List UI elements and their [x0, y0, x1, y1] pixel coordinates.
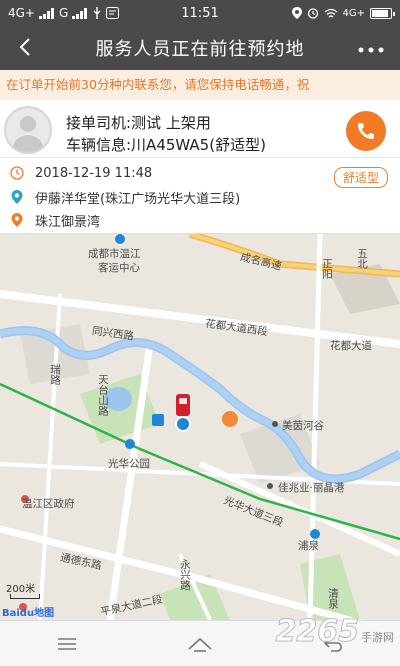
map-label-puquan: 浦泉 — [298, 540, 319, 552]
map-label-huadu: 花都大道 — [330, 340, 372, 352]
map-label-chengdu: 成都市温江 — [88, 248, 141, 260]
map-scale-label: 200米 — [6, 584, 36, 595]
menu-icon — [57, 637, 76, 650]
map-label-ruihuan: 瑞路 — [49, 364, 61, 385]
baidu-map-logo: Baidu地图 — [2, 608, 55, 619]
battery-icon — [370, 7, 395, 19]
more-button[interactable] — [358, 34, 384, 59]
watermark-number: 2265 — [275, 614, 359, 650]
end-location: 珠江御景湾 — [35, 214, 101, 230]
map-label-qingquan: 清泉 — [327, 588, 339, 609]
driver-card: 接单司机:测试 上架用 车辆信息:川A45WA5(舒适型) — [0, 100, 400, 158]
back-button[interactable] — [18, 32, 46, 65]
end-location-row: 珠江御景湾 — [0, 209, 400, 231]
watermark-suffix: 手游网 — [361, 631, 394, 644]
map-label-tiantaishan: 天台山路 — [97, 374, 109, 416]
back-arrow-icon — [19, 38, 30, 56]
notice-marquee: 在订单开始前30分种内联系您，请您保持电话畅通，祝 — [0, 70, 400, 100]
driver-avatar — [4, 106, 52, 154]
start-location: 伊藤洋华堂(珠江广场光华大道三段) — [35, 191, 241, 207]
map-label-zhengyang: 正阳 — [321, 258, 333, 279]
menu-button[interactable] — [47, 629, 87, 659]
map-label-wubei: 五北 — [356, 248, 368, 269]
map-scale-bar — [10, 594, 40, 599]
order-time-row: 2018-12-19 11:48 舒适型 — [0, 162, 400, 188]
map-label-guanghua-park: 光华公园 — [108, 458, 150, 470]
site-watermark: 2265 手游网 — [275, 614, 394, 650]
order-info: 2018-12-19 11:48 舒适型 伊藤洋华堂(珠江广场光华大道三段) 珠… — [0, 158, 400, 234]
home-button[interactable] — [180, 629, 220, 659]
vehicle-info: 车辆信息:川A45WA5(舒适型) — [66, 136, 266, 154]
car-type-tag: 舒适型 — [333, 167, 388, 188]
phone-icon — [358, 123, 374, 139]
more-dots-icon — [358, 47, 384, 53]
map-label-meiyin: 美茵河谷 — [282, 420, 324, 432]
title-bar: 服务人员正在前往预约地 — [0, 26, 400, 70]
map-label-wenjiang-gov: 温江区政府 — [22, 498, 75, 510]
map-label-bus-station: 客运中心 — [98, 262, 140, 274]
clock: 11:51 — [181, 5, 219, 21]
home-icon — [188, 637, 212, 652]
driver-name: 接单司机:测试 上架用 — [66, 114, 211, 132]
end-pin-icon — [10, 213, 24, 227]
map-label-jiazhaoye: 佳兆业·丽晶港 — [278, 482, 345, 494]
clock-icon — [10, 166, 24, 180]
status-bar: 4G+ G 11:51 4G+ — [0, 0, 400, 26]
start-location-row: 伊藤洋华堂(珠江广场光华大道三段) — [0, 186, 400, 208]
call-driver-button[interactable] — [346, 111, 386, 151]
start-pin-icon — [10, 190, 24, 204]
page-title: 服务人员正在前往预约地 — [95, 39, 305, 60]
map-label-yongxing: 永兴路 — [179, 559, 191, 591]
order-time: 2018-12-19 11:48 — [35, 165, 153, 181]
map-view[interactable]: 成都市温江 客运中心 成名高速 正阳 五北 花都大道西段 花都大道 同兴西路 瑞… — [0, 234, 400, 620]
